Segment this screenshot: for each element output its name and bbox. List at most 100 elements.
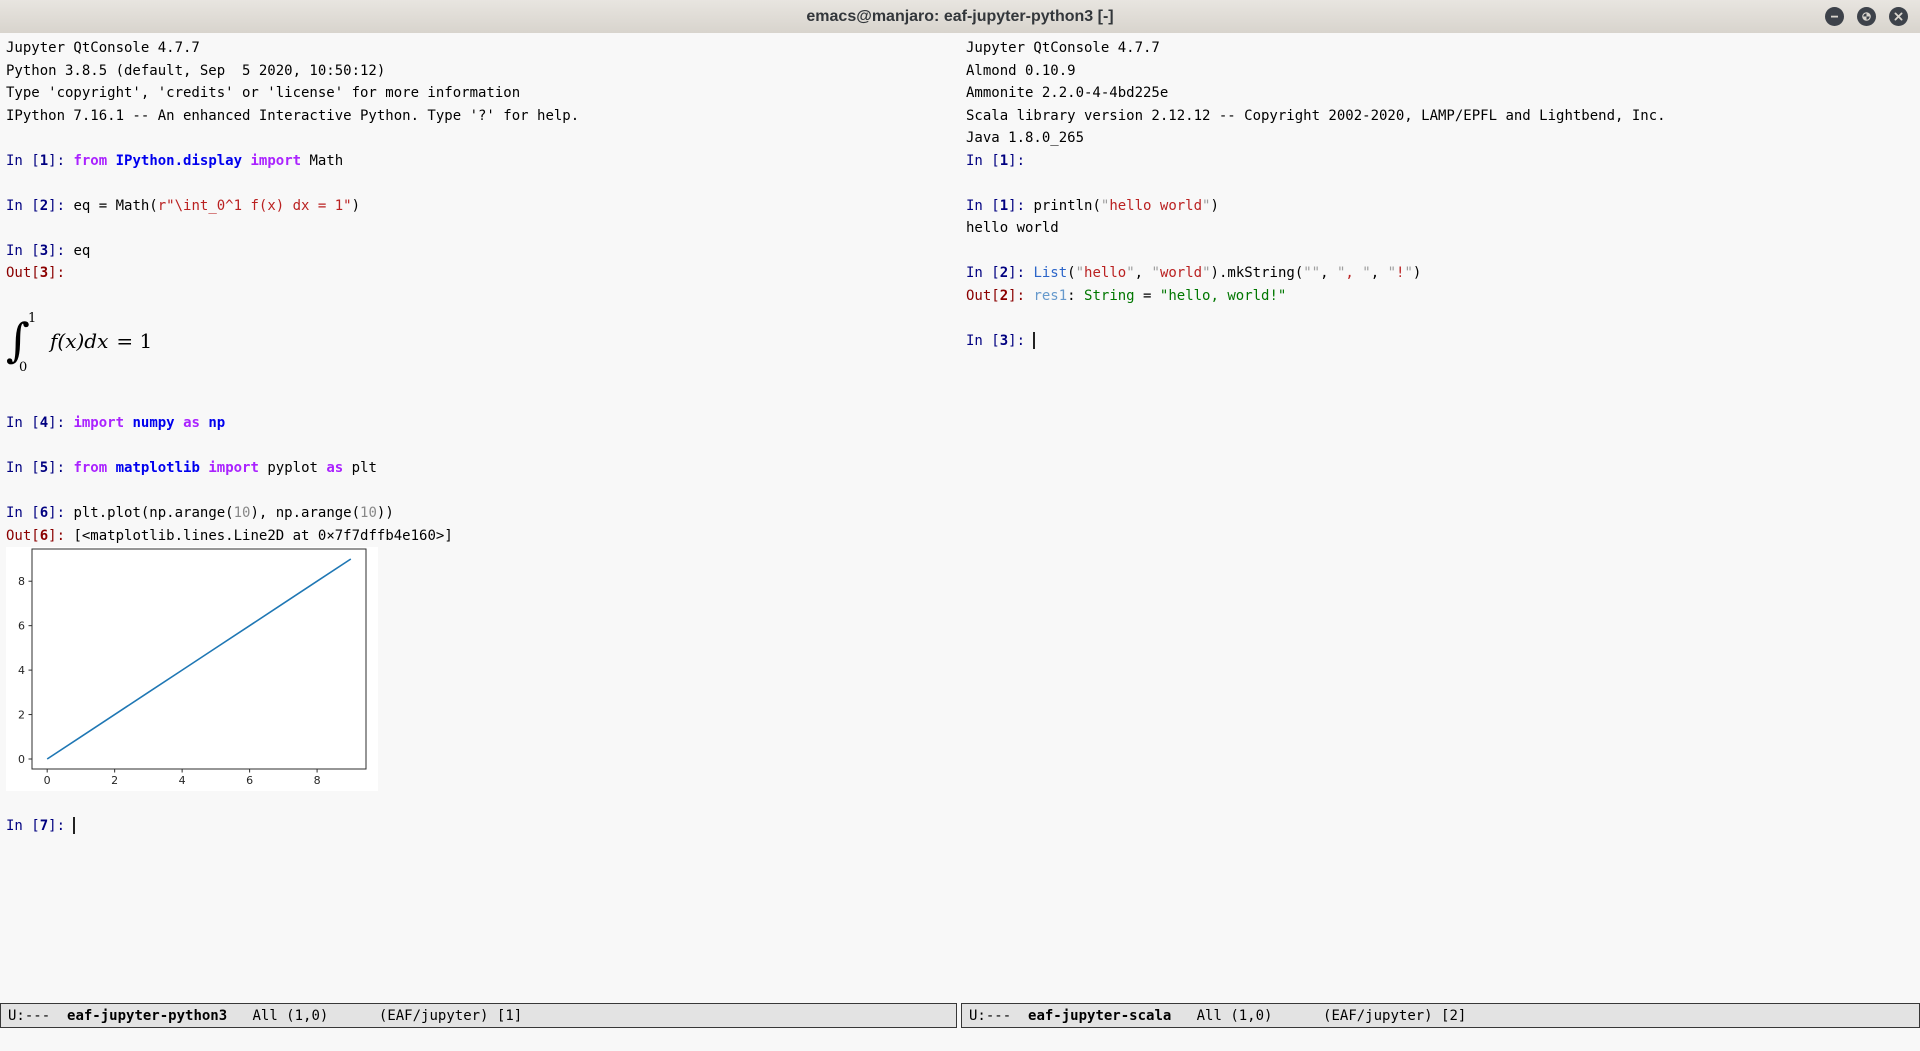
console-text-segment: )) [377,505,394,521]
console-line: In [6]: plt.plot(np.arange(10), np.arang… [6,502,958,525]
console-text-segment: 7 [40,818,48,834]
console-text-segment: 10 [360,505,377,521]
svg-text:0: 0 [44,774,51,787]
console-text-segment: In [ [966,198,1000,214]
console-text-segment: " [1076,265,1084,281]
window-titlebar[interactable]: emacs@manjaro: eaf-jupyter-python3 [-] [0,0,1920,34]
console-text-segment: " [1388,265,1396,281]
console-line: In [7]: [6,815,958,838]
window-scala: Jupyter QtConsole 4.7.7Almond 0.10.9Ammo… [960,33,1920,1003]
console-text-segment: Out[ [6,528,40,544]
console-text-segment: Jupyter QtConsole 4.7.7 [6,40,200,56]
svg-text:4: 4 [18,664,25,677]
console-text-segment: r"\int_0^1 f(x) dx = 1" [158,198,352,214]
console-line: Scala library version 2.12.12 -- Copyrig… [966,105,1920,128]
console-text-segment: ]: [48,265,73,281]
console-text-segment: 1 [1000,153,1008,169]
console-text-segment: In [ [966,153,1000,169]
console-text-segment: Python 3.8.5 (default, Sep 5 2020, 10:50… [6,63,385,79]
console-text-segment: IPython 7.16.1 -- An enhanced Interactiv… [6,108,579,124]
minibuffer[interactable] [0,1030,1920,1051]
text-cursor [1033,332,1035,349]
console-text-segment: import [73,415,124,431]
console-text-segment: In [ [6,415,40,431]
console-text-segment: np [208,415,225,431]
console-text-segment: ]: [1008,288,1033,304]
frame-body: Jupyter QtConsole 4.7.7 Python 3.8.5 (def… [0,33,1920,1003]
console-text-segment [175,415,183,431]
console-text-segment: ]: [1008,333,1033,349]
console-text-segment: 6 [40,528,48,544]
console-line: In [2]: eq = Math(r"\int_0^1 f(x) dx = 1… [6,195,958,218]
console-text-segment: as [183,415,200,431]
console-text-segment: eq = Math( [73,198,157,214]
console-text-segment: ]: [1008,153,1025,169]
console-text-segment: " [1152,265,1160,281]
console-text-segment: matplotlib [116,460,200,476]
svg-text:2: 2 [111,774,118,787]
modeline-buffer-name: eaf-jupyter-python3 [67,1008,227,1024]
console-text-segment: ), np.arange( [250,505,360,521]
console-line: Out[6]: [<matplotlib.lines.Line2D at 0×7… [6,525,958,548]
console-text-segment: as [326,460,343,476]
console-text-segment: ) [1413,265,1421,281]
console-text-segment: 4 [40,415,48,431]
console-text-segment: Scala library version 2.12.12 -- Copyrig… [966,108,1666,124]
console-text-segment: In [ [6,460,40,476]
console-text-segment: = [1135,288,1160,304]
console-text-segment: [<matplotlib.lines.Line2D at 0×7f7dffb4e… [73,528,452,544]
console-text-segment: ]: [48,153,73,169]
console-line: In [3]: [966,330,1920,353]
jupyter-scala-console[interactable]: Jupyter QtConsole 4.7.7Almond 0.10.9Ammo… [960,33,1920,352]
console-text-segment: 1 [1000,198,1008,214]
console-text-segment: println( [1033,198,1100,214]
console-text-segment: plt.plot(np.arange( [73,505,233,521]
minimize-icon[interactable] [1825,7,1844,26]
console-line: In [1]: [966,150,1920,173]
modeline-major-mode: (EAF/jupyter) [2] [1272,1008,1466,1024]
maximize-icon[interactable] [1857,7,1876,26]
console-text-segment: 2 [1000,288,1008,304]
console-line: Jupyter QtConsole 4.7.7 [6,37,958,60]
console-text-segment: In [ [6,818,40,834]
console-text-segment: 3 [40,243,48,259]
console-text-segment: ]: [48,505,73,521]
console-text-segment: In [ [6,153,40,169]
console-text-segment: 2 [1000,265,1008,281]
console-text-segment: In [ [966,265,1000,281]
console-text-segment: eq [73,243,90,259]
console-text-segment: Ammonite 2.2.0-4-4bd225e [966,85,1168,101]
console-text-segment: 1 [40,153,48,169]
console-text-segment: In [ [6,243,40,259]
console-text-segment: IPython.display [116,153,242,169]
console-text-segment: hello [1084,265,1126,281]
console-text-segment: String [1084,288,1135,304]
svg-text:6: 6 [18,620,25,633]
console-line: IPython 7.16.1 -- An enhanced Interactiv… [6,105,958,128]
console-text-segment: ]: [48,528,73,544]
console-text-segment: : [1067,288,1084,304]
modeline-position: All (1,0) [227,1008,328,1024]
console-text-segment: ).mkString( [1211,265,1304,281]
svg-text:8: 8 [314,774,321,787]
console-text-segment: In [ [966,333,1000,349]
modeline-scala[interactable]: U:--- eaf-jupyter-scala All (1,0) (EAF/j… [961,1003,1920,1028]
console-text-segment: from [73,460,107,476]
console-text-segment: 3 [40,265,48,281]
close-icon[interactable] [1889,7,1908,26]
modeline-python[interactable]: U:--- eaf-jupyter-python3 All (1,0) (EAF… [0,1003,957,1028]
emacs-frame: { "titlebar": { "title": "emacs@manjaro:… [0,0,1920,1051]
svg-text:8: 8 [18,575,25,588]
console-line: In [1]: from IPython.display import Math [6,150,958,173]
console-line: In [1]: println("hello world") [966,195,1920,218]
console-text-segment: ]: [48,243,73,259]
matplotlib-figure: 0246802468 [6,547,958,792]
console-line [966,172,1920,195]
jupyter-python-console[interactable]: Jupyter QtConsole 4.7.7 Python 3.8.5 (def… [0,33,958,837]
console-line: In [3]: eq [6,240,958,263]
modeline-buffer-name: eaf-jupyter-scala [1028,1008,1171,1024]
equation-rhs: = 1 [116,329,152,353]
console-line: Python 3.8.5 (default, Sep 5 2020, 10:50… [6,60,958,83]
console-text-segment: , [1135,265,1152,281]
console-text-segment: import [208,460,259,476]
